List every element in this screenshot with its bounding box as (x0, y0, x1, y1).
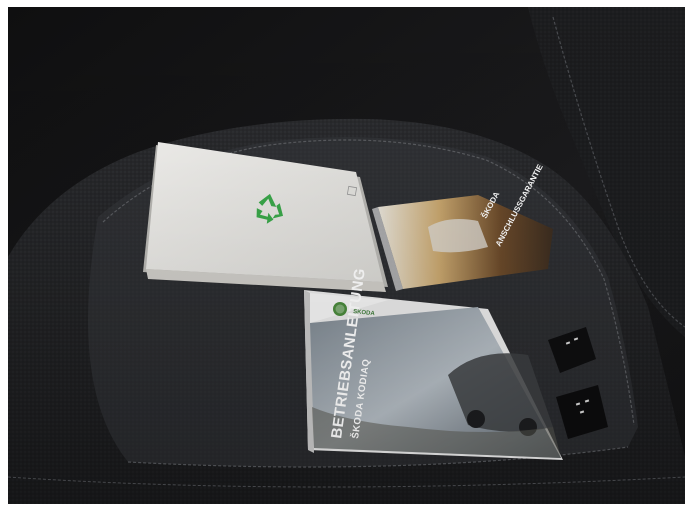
photo-frame: ŠKODA ANSCHLUSSGARANTIE ŠKODA BETRIEBSAN… (8, 7, 685, 504)
car-seat-scene: ŠKODA ANSCHLUSSGARANTIE ŠKODA BETRIEBSAN… (8, 7, 685, 504)
